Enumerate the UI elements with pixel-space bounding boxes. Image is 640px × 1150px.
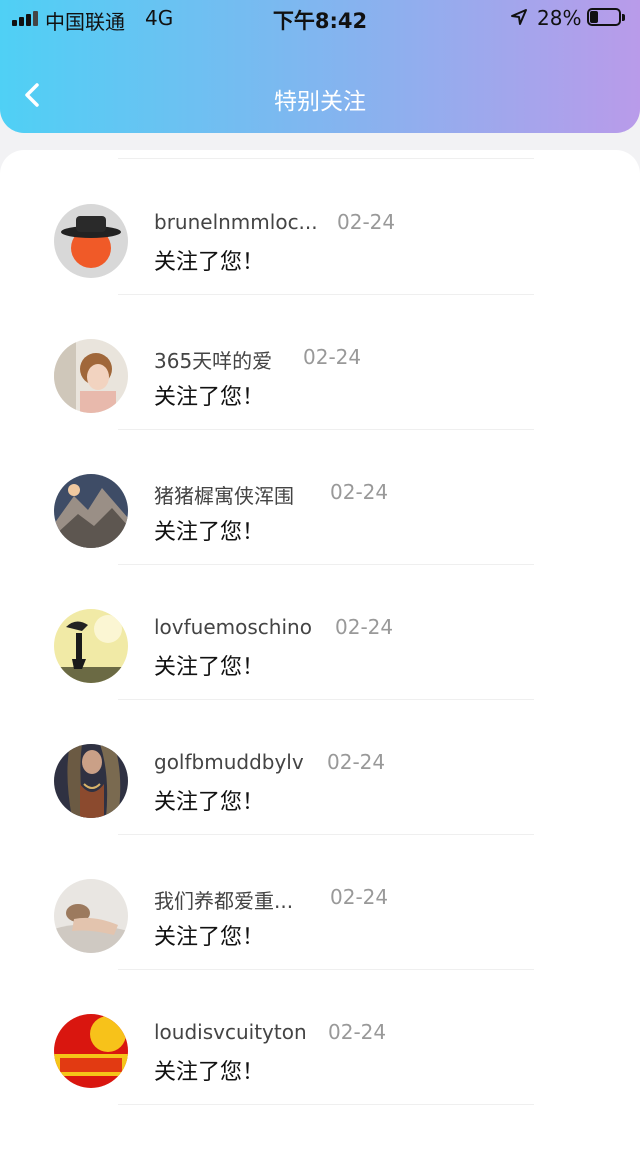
status-bar: 中国联通 4G 下午8:42 28% — [0, 0, 640, 36]
avatar[interactable] — [54, 474, 128, 548]
avatar[interactable] — [54, 744, 128, 818]
avatar[interactable] — [54, 204, 128, 278]
notification-date: 02-24 — [328, 1020, 387, 1044]
user-name[interactable]: golfbmuddbylv — [154, 750, 304, 774]
avatar[interactable] — [54, 1014, 128, 1088]
location-arrow-icon — [511, 9, 527, 25]
avatar[interactable] — [54, 609, 128, 683]
notification-item[interactable]: 猪猪樨寓侠浑围 02-24 关注了您！ — [0, 420, 640, 565]
notification-message: 关注了您！ — [154, 790, 265, 815]
avatar[interactable] — [54, 879, 128, 953]
battery-icon — [587, 8, 625, 26]
user-name[interactable]: loudisvcuityton — [154, 1020, 307, 1044]
notification-message: 关注了您！ — [154, 1060, 265, 1085]
battery-percent: 28% — [537, 6, 582, 30]
user-name[interactable]: 365天咩的爱 — [154, 345, 272, 374]
notification-date: 02-24 — [330, 885, 389, 909]
page-title: 特别关注 — [274, 89, 366, 115]
notification-date: 02-24 — [335, 615, 394, 639]
notification-item[interactable]: 我们养都爱重... 02-24 关注了您！ — [0, 825, 640, 970]
notification-message: 关注了您！ — [154, 655, 265, 680]
notification-list: brunelnmmloc... 02-24 关注了您！ 365天咩的爱 02-2… — [0, 150, 640, 1150]
notification-date: 02-24 — [337, 210, 396, 234]
notification-message: 关注了您！ — [154, 520, 265, 545]
user-name[interactable]: 猪猪樨寓侠浑围 — [154, 480, 294, 509]
user-name[interactable]: lovfuemoschino — [154, 615, 312, 639]
notification-item[interactable]: brunelnmmloc... 02-24 关注了您！ — [0, 150, 640, 295]
divider — [118, 1104, 534, 1105]
avatar[interactable] — [54, 339, 128, 413]
app-header: 中国联通 4G 下午8:42 28% 特别关注 — [0, 0, 640, 133]
notification-item[interactable]: loudisvcuityton 02-24 关注了您！ — [0, 960, 640, 1105]
notification-message: 关注了您！ — [154, 925, 265, 950]
notification-date: 02-24 — [330, 480, 389, 504]
notification-item[interactable]: lovfuemoschino 02-24 关注了您！ — [0, 555, 640, 700]
user-name[interactable]: brunelnmmloc... — [154, 210, 318, 234]
notification-date: 02-24 — [327, 750, 386, 774]
user-name[interactable]: 我们养都爱重... — [154, 885, 293, 914]
notification-item[interactable]: golfbmuddbylv 02-24 关注了您！ — [0, 690, 640, 835]
notification-item[interactable]: 365天咩的爱 02-24 关注了您！ — [0, 285, 640, 430]
notification-message: 关注了您！ — [154, 250, 265, 275]
notification-message: 关注了您！ — [154, 385, 265, 410]
notification-date: 02-24 — [303, 345, 362, 369]
